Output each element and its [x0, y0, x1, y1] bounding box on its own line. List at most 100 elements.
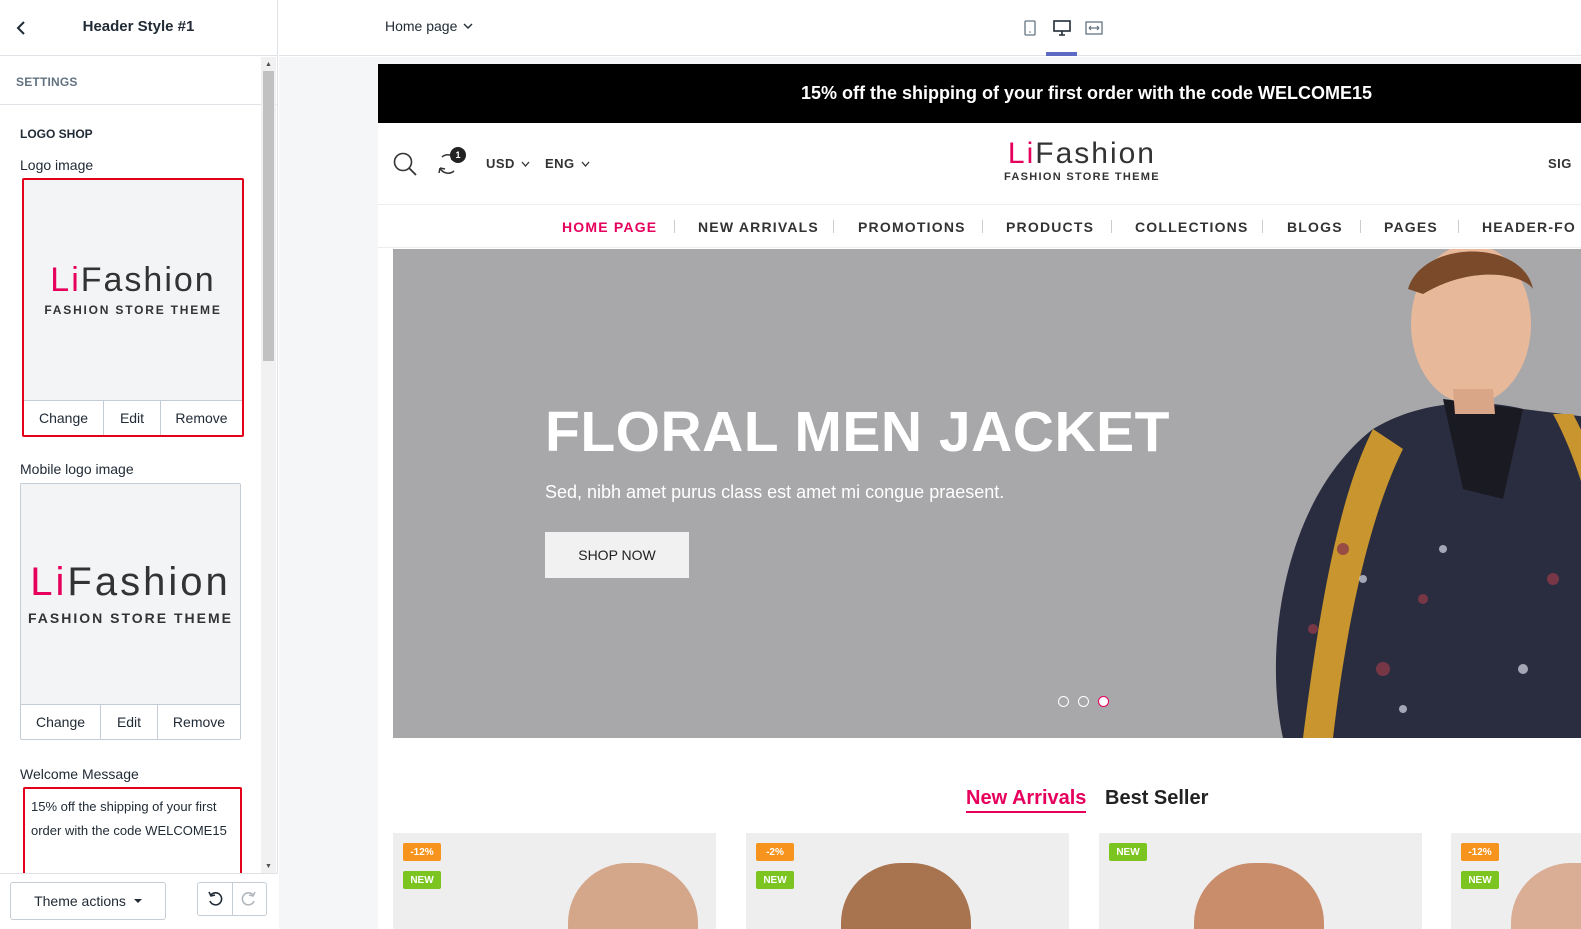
logo-image-preview[interactable]: LiFashion FASHION STORE THEME: [24, 180, 242, 401]
active-view-indicator: [1046, 52, 1077, 56]
settings-section-heading: SETTINGS: [0, 57, 278, 105]
new-badge: NEW: [756, 871, 794, 889]
logo-wordmark: LiFashion: [50, 261, 216, 299]
announcement-text: 15% off the shipping of your first order…: [801, 83, 1373, 103]
new-badge: NEW: [403, 871, 441, 889]
shop-now-button[interactable]: SHOP NOW: [545, 532, 689, 578]
logo-remove-button[interactable]: Remove: [161, 401, 242, 435]
mobile-logo-edit-button[interactable]: Edit: [101, 705, 158, 739]
nav-item-products[interactable]: PRODUCTS: [1006, 219, 1094, 235]
currency-label: USD: [486, 156, 515, 171]
mobile-logo-wordmark: LiFashion: [30, 560, 231, 604]
product-image: [841, 863, 971, 929]
nav-item-blogs[interactable]: BLOGS: [1287, 219, 1343, 235]
nav-item-header-footer[interactable]: HEADER-FO: [1482, 219, 1576, 235]
tab-new-arrivals[interactable]: New Arrivals: [966, 787, 1087, 813]
site-logo-tagline: FASHION STORE THEME: [1004, 171, 1160, 183]
product-image: [568, 863, 698, 929]
nav-item-home[interactable]: HOME PAGE: [562, 219, 657, 235]
product-card[interactable]: -12% NEW: [393, 833, 716, 929]
hero-subtitle: Sed, nibh amet purus class est amet mi c…: [545, 482, 1005, 502]
product-card[interactable]: -12% NEW: [1451, 833, 1581, 929]
logo-change-button[interactable]: Change: [24, 401, 104, 435]
product-image: [1194, 863, 1324, 929]
welcome-message-label: Welcome Message: [20, 766, 139, 782]
welcome-message-textarea[interactable]: 15% off the shipping of your first order…: [23, 787, 242, 873]
main-navigation: HOME PAGE NEW ARRIVALS PROMOTIONS PRODUC…: [378, 205, 1581, 248]
hero-title: FLORAL MEN JACKET: [545, 400, 1170, 464]
chevron-down-icon: [581, 161, 590, 167]
editor-topbar: Home page: [279, 0, 1581, 56]
mobile-logo-label: Mobile logo image: [20, 461, 134, 477]
nav-divider: [1262, 220, 1263, 233]
nav-divider: [1458, 220, 1459, 233]
fullscreen-view-icon[interactable]: [1083, 16, 1105, 40]
nav-item-promotions[interactable]: PROMOTIONS: [858, 219, 966, 235]
logo-edit-button[interactable]: Edit: [104, 401, 161, 435]
site-logo[interactable]: LiFashion FASHION STORE THEME: [1004, 137, 1160, 184]
new-badge: NEW: [1109, 843, 1147, 861]
slider-pagination: [1058, 696, 1109, 707]
undo-redo-group: [197, 882, 267, 916]
new-badge: NEW: [1461, 871, 1499, 889]
sale-badge: -12%: [403, 843, 441, 861]
mobile-logo-tagline: FASHION STORE THEME: [28, 610, 233, 626]
sidebar-title: Header Style #1: [82, 18, 195, 35]
theme-actions-button[interactable]: Theme actions: [10, 882, 166, 920]
sidebar-header: Header Style #1: [0, 0, 277, 56]
scrollbar-thumb[interactable]: [263, 71, 274, 361]
sign-in-link[interactable]: SIG: [1548, 156, 1572, 171]
mobile-logo-picker: LiFashion FASHION STORE THEME Change Edi…: [20, 483, 241, 740]
hero-slider: FLORAL MEN JACKET Sed, nibh amet purus c…: [393, 249, 1581, 738]
announcement-bar: 15% off the shipping of your first order…: [378, 64, 1581, 123]
search-icon[interactable]: [392, 151, 418, 182]
mobile-logo-change-button[interactable]: Change: [21, 705, 101, 739]
nav-item-pages[interactable]: PAGES: [1384, 219, 1438, 235]
mobile-view-icon[interactable]: [1019, 16, 1041, 40]
logo-shop-heading: LOGO SHOP: [20, 127, 93, 141]
scroll-down-icon[interactable]: ▼: [261, 859, 276, 873]
sidebar-footer: Theme actions: [0, 873, 278, 929]
nav-divider: [833, 220, 834, 233]
sale-badge: -12%: [1461, 843, 1499, 861]
language-selector[interactable]: ENG: [545, 156, 590, 171]
mobile-logo-preview[interactable]: LiFashion FASHION STORE THEME: [21, 484, 240, 705]
storefront-preview: 15% off the shipping of your first order…: [378, 64, 1581, 929]
slider-dot-1[interactable]: [1058, 696, 1069, 707]
page-selector-label: Home page: [385, 18, 458, 34]
slider-dot-2[interactable]: [1078, 696, 1089, 707]
sidebar-scrollbar[interactable]: ▲ ▼: [261, 57, 276, 873]
chevron-down-icon: [463, 23, 473, 29]
chevron-down-icon: [521, 161, 530, 167]
page-selector[interactable]: Home page: [385, 18, 473, 34]
nav-divider: [1360, 220, 1361, 233]
tab-best-seller[interactable]: Best Seller: [1105, 787, 1208, 810]
logo-tagline: FASHION STORE THEME: [44, 303, 222, 317]
slider-dot-3[interactable]: [1098, 696, 1109, 707]
nav-divider: [674, 220, 675, 233]
language-label: ENG: [545, 156, 575, 171]
sale-badge: -2%: [756, 843, 794, 861]
desktop-view-icon[interactable]: [1051, 16, 1073, 40]
scroll-up-icon[interactable]: ▲: [261, 57, 276, 71]
theme-editor-sidebar: Header Style #1 SETTINGS LOGO SHOP Logo …: [0, 0, 278, 929]
site-logo-wordmark: LiFashion: [1007, 137, 1156, 170]
logo-image-picker: LiFashion FASHION STORE THEME Change Edi…: [22, 178, 244, 437]
product-card[interactable]: NEW: [1099, 833, 1422, 929]
nav-item-new-arrivals[interactable]: NEW ARRIVALS: [698, 219, 819, 235]
site-header: 1 USD ENG LiFashion FASHION STORE THEME …: [378, 123, 1581, 205]
product-image: [1511, 863, 1581, 929]
compare-count-badge: 1: [450, 147, 466, 163]
currency-selector[interactable]: USD: [486, 156, 530, 171]
product-card[interactable]: -2% NEW: [746, 833, 1069, 929]
logo-image-label: Logo image: [20, 157, 94, 173]
mobile-logo-remove-button[interactable]: Remove: [158, 705, 240, 739]
redo-icon[interactable]: [233, 883, 267, 915]
nav-item-collections[interactable]: COLLECTIONS: [1135, 219, 1249, 235]
nav-divider: [982, 220, 983, 233]
nav-divider: [1111, 220, 1112, 233]
sidebar-scroll-area: SETTINGS LOGO SHOP Logo image LiFashion …: [0, 57, 278, 873]
product-grid: -12% NEW -2% NEW NEW -12% NEW: [393, 833, 1581, 929]
undo-icon[interactable]: [198, 883, 233, 915]
hero-model-image: [1275, 249, 1581, 738]
